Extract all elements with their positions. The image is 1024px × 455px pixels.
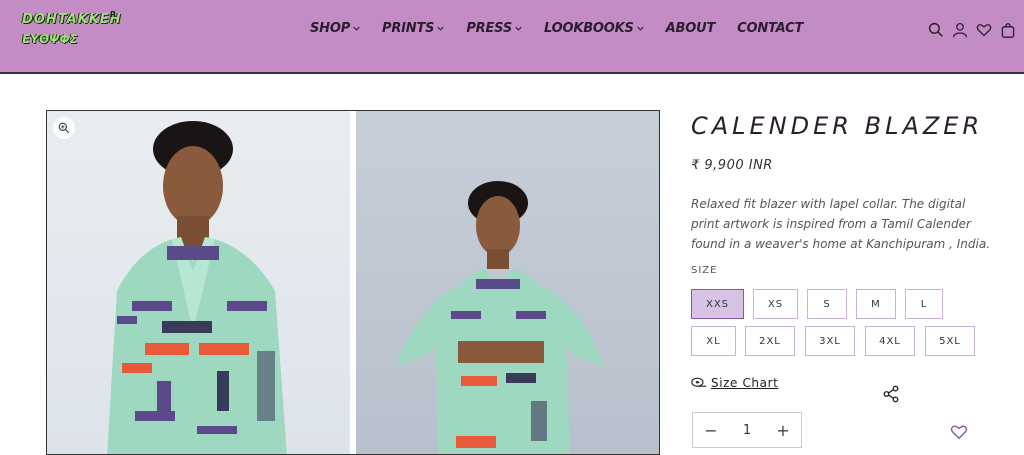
tape-measure-icon: [691, 377, 707, 387]
nav-item-shop[interactable]: SHOP: [310, 21, 360, 36]
quantity-value[interactable]: 1: [743, 423, 751, 438]
size-option-m[interactable]: M: [856, 289, 896, 319]
size-option-3xl[interactable]: 3XL: [805, 326, 855, 356]
header-actions: [928, 20, 1016, 40]
product-title: CALENDER BLAZER: [691, 112, 984, 140]
nav-item-label: CONTACT: [737, 21, 804, 36]
size-option-2xl[interactable]: 2XL: [745, 326, 795, 356]
cart-icon[interactable]: [1000, 20, 1016, 40]
size-option-s[interactable]: S: [807, 289, 847, 319]
size-chart-link[interactable]: Size Chart: [691, 376, 778, 390]
zoom-button[interactable]: [53, 117, 75, 139]
share-icon[interactable]: [882, 385, 900, 403]
size-label: SIZE: [691, 265, 718, 276]
product-description: Relaxed fit blazer with lapel collar. Th…: [691, 197, 991, 251]
account-icon[interactable]: [952, 20, 968, 40]
quantity-stepper: − 1 +: [692, 412, 802, 448]
size-option-xs[interactable]: XS: [753, 289, 798, 319]
product-gallery: [46, 110, 660, 455]
nav-item-label: PRESS: [466, 21, 513, 36]
product-price: ₹ 9,900 INR: [691, 158, 773, 173]
nav-item-label: SHOP: [310, 21, 351, 36]
main-nav: SHOP PRINTS PRESS LOOKBOOKS ABOUT CONTAC…: [310, 21, 825, 36]
size-option-xxs[interactable]: XXS: [691, 289, 744, 319]
size-option-5xl[interactable]: 5XL: [925, 326, 975, 356]
product-image-styled[interactable]: [356, 111, 659, 454]
chevron-down-icon: [437, 26, 444, 31]
nav-item-lookbooks[interactable]: LOOKBOOKS: [544, 21, 644, 36]
search-icon[interactable]: [928, 20, 944, 40]
zoom-icon: [58, 122, 70, 134]
chevron-down-icon: [637, 26, 644, 31]
nav-item-label: PRINTS: [382, 21, 435, 36]
brand-logo[interactable]: DOHTAKKEH ΕΥΘΨΦΣ R: [20, 10, 121, 54]
nav-item-press[interactable]: PRESS: [466, 21, 522, 36]
nav-item-label: ABOUT: [665, 21, 716, 36]
model-styled-illustration: [396, 181, 604, 454]
nav-item-contact[interactable]: CONTACT: [737, 21, 803, 36]
size-option-4xl[interactable]: 4XL: [865, 326, 915, 356]
size-chart-label: Size Chart: [711, 376, 779, 390]
size-option-l[interactable]: L: [905, 289, 943, 319]
chevron-down-icon: [515, 26, 522, 31]
add-to-wishlist-icon[interactable]: [950, 423, 968, 441]
logo-registered-mark: R: [110, 10, 117, 19]
quantity-decrease-button[interactable]: −: [703, 421, 719, 440]
size-option-xl[interactable]: XL: [691, 326, 736, 356]
logo-wordmark-bottom: ΕΥΘΨΦΣ: [21, 32, 79, 46]
product-image-front[interactable]: [47, 111, 350, 454]
nav-item-prints[interactable]: PRINTS: [382, 21, 444, 36]
logo-wordmark-top: DOHTAKKEH: [22, 12, 122, 27]
wishlist-icon[interactable]: [976, 20, 992, 40]
nav-item-about[interactable]: ABOUT: [665, 21, 716, 36]
chevron-down-icon: [353, 26, 360, 31]
nav-item-label: LOOKBOOKS: [544, 21, 634, 36]
quantity-increase-button[interactable]: +: [775, 421, 791, 440]
model-front-illustration: [107, 121, 287, 454]
site-header: DOHTAKKEH ΕΥΘΨΦΣ R SHOP PRINTS PRESS LOO…: [0, 0, 1024, 74]
